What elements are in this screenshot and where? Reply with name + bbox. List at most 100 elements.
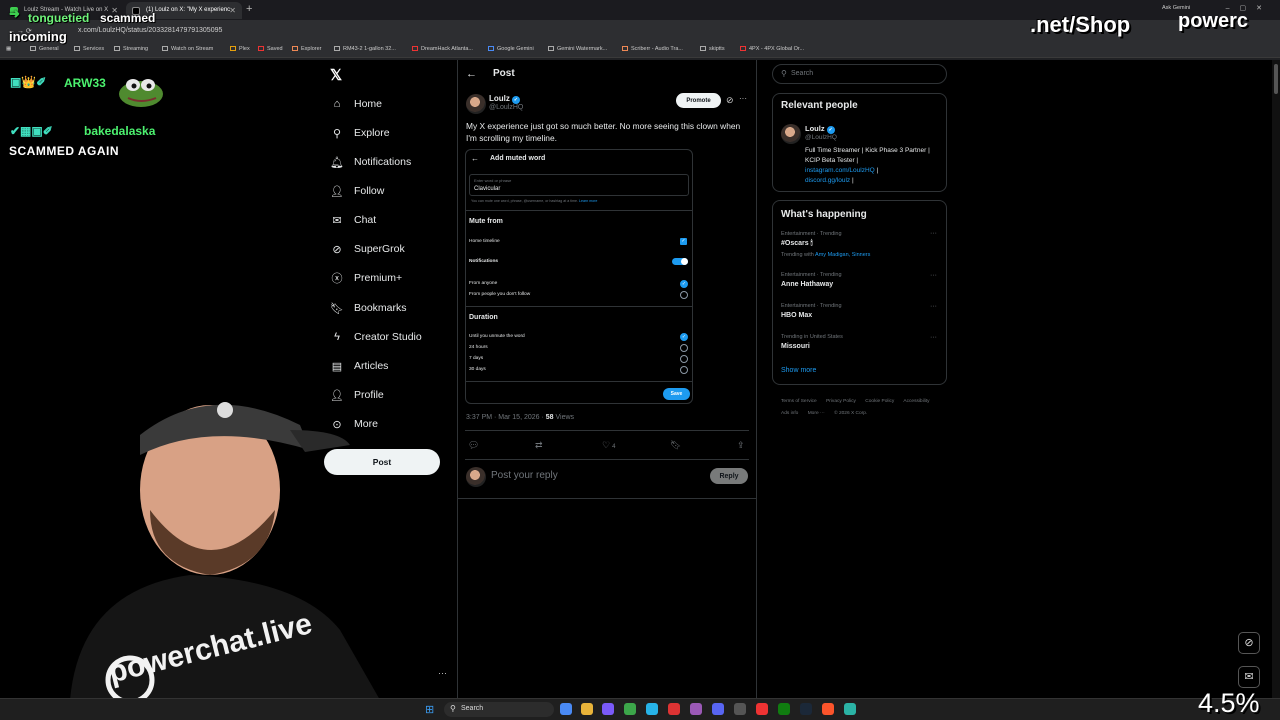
sidebar-item-creator-studio[interactable]: ϟ Creator Studio [330,327,422,347]
account-more-icon[interactable]: ··· [438,668,447,678]
bookmark-streaming[interactable]: Streaming [114,46,148,52]
trend-related-link[interactable]: Amy Madigan, Sinners [815,252,870,258]
footer-link[interactable]: Cookie Policy [865,399,894,404]
trend-more-icon[interactable]: ··· [930,303,937,310]
taskbar-app-icon[interactable] [822,703,834,715]
bookmark-scriberr[interactable]: Scriberr - Audio Tra... [622,46,683,52]
trend-anne-hathaway[interactable]: Anne Hathaway [781,281,833,288]
bookmark-4px[interactable]: 4PX - 4PX Global Or... [740,46,804,52]
like-button[interactable]: ♡ 4 [602,440,615,451]
bookmark-saved[interactable]: Saved [258,46,283,52]
avatar[interactable] [781,124,801,144]
taskbar-app-icon[interactable] [778,703,790,715]
windows-start-icon[interactable]: ⊞ [425,703,434,716]
taskbar-app-icon[interactable] [690,703,702,715]
sidebar-item-chat[interactable]: ✉ Chat [330,210,376,230]
trend-more-icon[interactable]: ··· [930,334,937,341]
discord-link[interactable]: discord.gg/loulz [805,177,850,184]
bookmark-general[interactable]: General [30,46,59,52]
promote-button[interactable]: Promote [676,93,721,108]
sidebar-item-explore[interactable]: ⚲ Explore [330,123,390,143]
radio-selected-icon: ✓ [680,280,688,288]
bookmark-gemini-watermark[interactable]: Gemini Watermark... [548,46,607,52]
footer-link[interactable]: Terms of Service [781,399,817,404]
search-input[interactable]: ⚲ Search [772,64,947,84]
taskbar-app-icon[interactable] [734,703,746,715]
scrollbar[interactable] [1272,60,1280,698]
trend-more-icon[interactable]: ··· [930,230,937,237]
taskbar-app-icon[interactable] [560,703,572,715]
chat-username: tonguetied [28,11,90,25]
instagram-link[interactable]: instagram.com/LoulzHQ [805,167,875,174]
days7-label: 7 days [469,356,484,361]
sidebar-item-bookmarks[interactable]: 🔖︎ Bookmarks [330,298,407,318]
bookmark-services[interactable]: Services [74,46,104,52]
page-title: Post [493,68,515,79]
grok-floating-icon[interactable]: ⊘ [1238,632,1260,654]
reply-icon[interactable]: 💬︎ [468,440,479,451]
taskbar-search[interactable]: ⚲ Search [444,702,554,717]
post-timestamp[interactable]: 3:37 PM · Mar 15, 2026 · 58 Views [466,414,574,421]
taskbar-app-icon[interactable] [581,703,593,715]
avatar[interactable] [466,94,486,114]
back-arrow-icon[interactable]: ← [466,68,477,80]
author-handle[interactable]: @LoulzHQ [489,104,523,111]
bookmark-rm43[interactable]: RM43-2 1-gallon 32... [334,46,396,52]
bookmark-explorer[interactable]: Explorer [292,46,321,52]
taskbar-app-icon[interactable] [668,703,680,715]
sidebar-item-follow[interactable]: 👤︎ Follow [330,181,384,201]
post-image[interactable]: ← Add muted word Enter word or phrase Cl… [465,149,693,404]
bookmark-icon[interactable]: 🔖︎ [670,440,681,451]
messages-floating-icon[interactable]: ✉ [1238,666,1260,688]
more-icon[interactable]: ··· [739,94,747,103]
taskbar-app-icon[interactable] [624,703,636,715]
reply-input[interactable]: Post your reply [491,470,558,481]
taskbar-app-icon[interactable] [646,703,658,715]
author-name[interactable]: Loulz ✓ [489,94,520,104]
taskbar-app-icon[interactable] [712,703,724,715]
chat-message: SCAMMED AGAIN [9,144,120,158]
pepe-emote-icon [119,79,163,107]
repost-icon[interactable]: ⇄ [535,440,543,451]
bookmark-watch-on-stream[interactable]: Watch on Stream [162,46,213,52]
taskbar-app-icon[interactable] [602,703,614,715]
trend-more-icon[interactable]: ··· [930,272,937,279]
sidebar-item-supergrok[interactable]: ⊘ SuperGrok [330,239,404,259]
whats-happening-card: What's happening [772,200,947,385]
x-logo-icon[interactable]: 𝕏 [330,66,342,84]
bookmark-plex[interactable]: Plex [230,46,250,52]
embed-title: Add muted word [490,155,546,162]
grok-icon[interactable]: ⊘ [726,95,734,106]
footer-link[interactable]: Privacy Policy [826,399,856,404]
trend-missouri[interactable]: Missouri [781,343,810,350]
trend-category: Entertainment · Trending [781,231,842,237]
sidebar-item-home[interactable]: ⌂ Home [330,94,382,114]
taskbar-app-icon[interactable] [756,703,768,715]
close-icon[interactable]: ✕ [229,6,236,15]
footer-link[interactable]: Ads info [781,411,798,416]
sidebar-item-notifications[interactable]: 🔔︎ Notifications [330,152,411,172]
bookmark-dreamhack[interactable]: DreamHack Atlanta... [412,46,473,52]
trend-hbo-max[interactable]: HBO Max [781,312,812,319]
bookmark-gemini[interactable]: Google Gemini [488,46,534,52]
reply-button[interactable]: Reply [710,468,748,484]
url-text[interactable]: x.com/LoulzHQ/status/2033281479791305095 [78,27,222,34]
footer-link[interactable]: Accessibility [903,399,929,404]
footer-link[interactable]: More ··· [808,411,825,416]
embed-hint: You can mute one word, phrase, @username… [471,199,598,203]
share-icon[interactable]: ⇪ [737,440,745,451]
show-more-link[interactable]: Show more [781,367,816,374]
scrollbar-thumb[interactable] [1274,64,1278,94]
relevant-person-name[interactable]: Loulz ✓ [805,124,835,134]
bookmark-skiptts[interactable]: skiptts [700,46,725,52]
taskbar-app-icon[interactable] [844,703,856,715]
new-tab-icon[interactable]: + [246,3,252,15]
from-not-follow-label: From people you don't follow [469,292,531,297]
relevant-person-handle[interactable]: @LoulzHQ [805,134,837,141]
sidebar-item-premium[interactable]: ⓧ Premium+ [330,268,403,288]
sidebar-item-articles[interactable]: ▤ Articles [330,356,389,376]
apps-icon[interactable]: ▦ [6,46,11,52]
whats-happening-title: What's happening [781,209,867,220]
trend-oscars[interactable]: #Oscars 🕯 [781,240,813,248]
taskbar-app-icon[interactable] [800,703,812,715]
